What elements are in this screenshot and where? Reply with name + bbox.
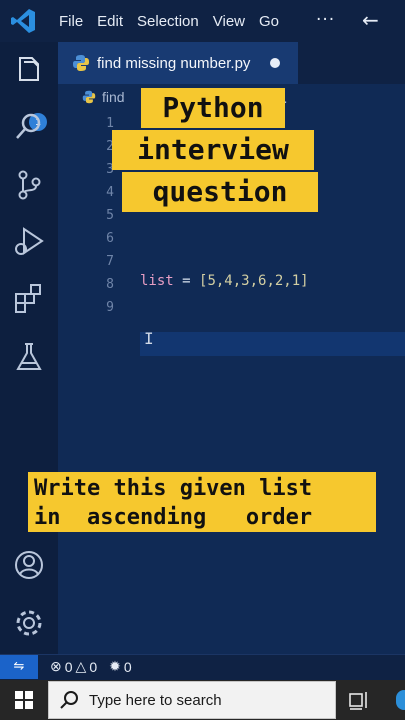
tab-label: find missing number.py <box>97 54 251 72</box>
search-icon <box>60 691 78 709</box>
line-number: 9 <box>106 300 114 315</box>
windows-logo-icon <box>15 691 33 709</box>
overlay-title-line-1: Python <box>141 88 285 128</box>
explorer-icon[interactable] <box>12 54 46 88</box>
line-number: 3 <box>106 162 114 177</box>
source-control-icon[interactable] <box>12 168 46 202</box>
code-list-literal: [5,4,3,6,2,1] <box>199 273 309 289</box>
line-number: 4 <box>106 185 114 200</box>
menu-selection[interactable]: Selection <box>137 13 199 30</box>
broadcast-icon: ✹ <box>109 658 121 674</box>
error-count: 0 <box>64 658 73 675</box>
error-icon: ⊗ <box>50 658 62 674</box>
title-bar: File Edit Selection View Go ··· ← <box>0 0 405 42</box>
line-number: 5 <box>106 208 114 223</box>
overlay-title-line-2: interview <box>112 130 314 170</box>
menu-file[interactable]: File <box>59 13 83 30</box>
python-file-icon <box>82 90 96 104</box>
unsaved-dot-icon[interactable] <box>270 58 280 68</box>
overlay-caption-line-2: in ascending order <box>34 505 313 530</box>
search-placeholder: Type here to search <box>89 691 222 709</box>
overlay-title-line-3: question <box>122 172 318 212</box>
settings-gear-icon[interactable] <box>12 606 46 640</box>
menu-overflow-button[interactable]: ··· <box>316 10 335 30</box>
arrow-left-icon[interactable]: ← <box>362 8 379 32</box>
breadcrumb-file[interactable]: find <box>102 89 125 105</box>
testing-icon[interactable] <box>12 340 46 374</box>
search-icon[interactable] <box>12 110 46 144</box>
code-identifier: list <box>140 273 174 289</box>
code-line-8[interactable]: list = [5,4,3,6,2,1] <box>140 273 309 289</box>
code-operator: = <box>173 273 200 289</box>
line-number: 8 <box>106 277 114 292</box>
text-cursor-icon: I <box>144 329 154 348</box>
menu-view[interactable]: View <box>213 13 245 30</box>
warning-count: 0 <box>89 658 98 675</box>
tab-strip-empty <box>298 42 405 84</box>
edge-browser-icon[interactable] <box>396 690 405 710</box>
windows-start-icon[interactable] <box>0 680 48 720</box>
run-debug-icon[interactable] <box>12 224 46 258</box>
menu-go[interactable]: Go <box>259 13 279 30</box>
status-bar: ⇋ ⊗ 0 △ 0 ✹ 0 <box>0 654 405 679</box>
warning-icon: △ <box>75 658 87 674</box>
line-number: 1 <box>106 116 114 131</box>
python-file-icon <box>73 55 89 71</box>
problems-indicator[interactable]: ⊗ 0 △ 0 <box>50 658 97 675</box>
activity-bar: 1 <box>0 42 58 654</box>
extensions-icon[interactable] <box>12 282 46 316</box>
ports-count: 0 <box>123 658 132 675</box>
account-icon[interactable] <box>12 548 46 582</box>
line-number: 2 <box>106 139 114 154</box>
task-view-icon[interactable] <box>348 688 372 712</box>
overlay-caption: Write this given list in ascending order <box>28 472 376 532</box>
tab-find-missing-number[interactable]: find missing number.py <box>58 42 298 84</box>
menu-edit[interactable]: Edit <box>97 13 123 30</box>
ports-indicator[interactable]: ✹ 0 <box>109 658 132 675</box>
remote-indicator-icon[interactable]: ⇋ <box>0 654 38 679</box>
line-number: 7 <box>106 254 114 269</box>
taskbar-search-box[interactable]: Type here to search <box>48 681 336 719</box>
current-line-highlight <box>140 332 405 356</box>
vscode-logo-icon <box>11 9 35 33</box>
line-number: 6 <box>106 231 114 246</box>
overlay-caption-line-1: Write this given list <box>34 476 313 501</box>
